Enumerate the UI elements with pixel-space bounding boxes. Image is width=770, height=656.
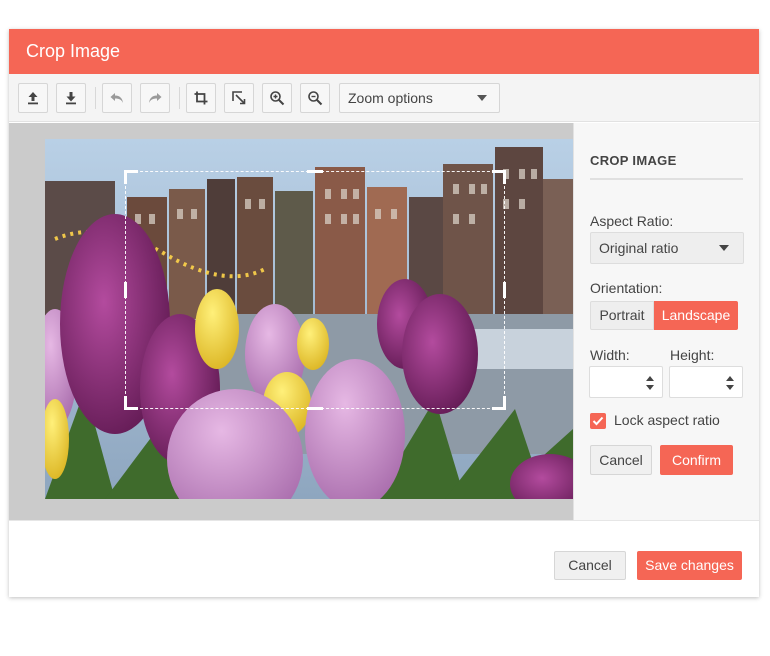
stepper-up-icon[interactable] [726, 376, 734, 381]
crop-handle[interactable] [492, 282, 506, 298]
photo [45, 139, 573, 499]
crop-handle[interactable] [492, 170, 506, 184]
width-label: Width: [590, 347, 630, 363]
zoom-in-icon [270, 91, 285, 106]
crop-handle[interactable] [124, 396, 138, 410]
caret-down-icon [719, 245, 729, 251]
crop-handle[interactable] [492, 396, 506, 410]
panel-cancel-button[interactable]: Cancel [590, 445, 652, 475]
orientation-label: Orientation: [590, 280, 663, 296]
toolbar-separator [95, 87, 96, 109]
orientation-portrait-button[interactable]: Portrait [590, 301, 654, 330]
zoom-options-select[interactable]: Zoom options [339, 83, 500, 113]
zoom-in-button[interactable] [262, 83, 292, 113]
width-input[interactable] [589, 366, 663, 398]
crop-image-dialog: Crop Image Zoom options CROP IMAGE Aspec… [9, 29, 759, 597]
crop-button[interactable] [186, 83, 216, 113]
stepper-down-icon[interactable] [646, 385, 654, 390]
download-button[interactable] [56, 83, 86, 113]
upload-button[interactable] [18, 83, 48, 113]
zoom-out-icon [308, 91, 323, 106]
caret-down-icon [477, 95, 487, 101]
panel-divider [590, 178, 743, 180]
image-canvas [9, 123, 573, 520]
dialog-title: Crop Image [9, 29, 759, 74]
upload-icon [28, 92, 38, 105]
aspect-ratio-value: Original ratio [599, 240, 679, 256]
crop-handle[interactable] [124, 282, 138, 298]
height-label: Height: [670, 347, 715, 363]
toolbar-separator [179, 87, 180, 109]
crop-selection-box[interactable] [124, 170, 506, 410]
panel-title: CROP IMAGE [590, 153, 677, 168]
cancel-button[interactable]: Cancel [554, 551, 626, 580]
lock-aspect-ratio-label: Lock aspect ratio [614, 412, 720, 428]
redo-icon [149, 93, 162, 103]
check-icon [592, 416, 604, 426]
crop-icon [194, 91, 208, 105]
stepper-up-icon[interactable] [646, 376, 654, 381]
fit-icon [232, 91, 246, 105]
zoom-options-value: Zoom options [348, 90, 433, 106]
crop-settings-panel: CROP IMAGE Aspect Ratio: Original ratio … [573, 123, 759, 520]
height-input[interactable] [669, 366, 743, 398]
stepper-down-icon[interactable] [726, 385, 734, 390]
lock-aspect-ratio-checkbox[interactable] [590, 413, 606, 429]
dialog-footer: Cancel Save changes [9, 520, 759, 597]
crop-handle[interactable] [307, 396, 323, 410]
orientation-landscape-button[interactable]: Landscape [654, 301, 738, 330]
redo-button[interactable] [140, 83, 170, 113]
download-icon [66, 92, 76, 105]
toolbar: Zoom options [9, 74, 759, 122]
zoom-out-button[interactable] [300, 83, 330, 113]
crop-handle[interactable] [307, 170, 323, 184]
aspect-ratio-select[interactable]: Original ratio [590, 232, 744, 264]
fit-button[interactable] [224, 83, 254, 113]
save-changes-button[interactable]: Save changes [637, 551, 742, 580]
confirm-button[interactable]: Confirm [660, 445, 733, 475]
undo-button[interactable] [102, 83, 132, 113]
crop-handle[interactable] [124, 170, 138, 184]
aspect-ratio-label: Aspect Ratio: [590, 213, 674, 229]
undo-icon [110, 93, 123, 103]
